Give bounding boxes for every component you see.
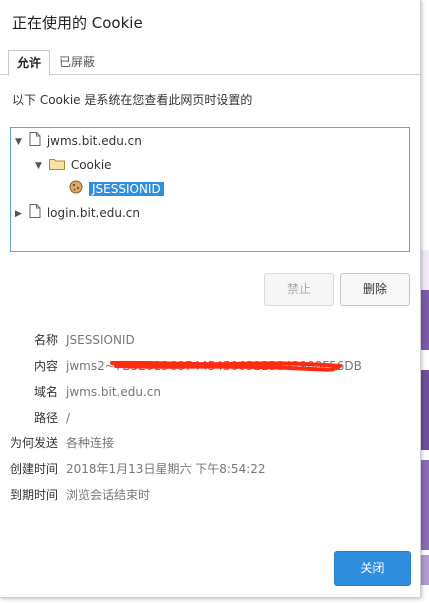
document-icon (29, 203, 41, 224)
tree-node-cookie-folder[interactable]: ▼ Cookie (35, 155, 112, 175)
detail-value: jwms.bit.edu.cn (66, 385, 161, 399)
detail-value: 2018年1月13日星期六 下午8:54:22 (66, 462, 266, 476)
document-icon (29, 131, 41, 152)
expanded-triangle-icon[interactable]: ▼ (35, 156, 45, 176)
redaction-scribble (110, 360, 342, 372)
block-button[interactable]: 禁止 (264, 273, 334, 306)
detail-value: JSESSIONID (66, 333, 135, 347)
tree-label-jsessionid: JSESSIONID (89, 182, 164, 196)
cookie-icon (69, 180, 83, 200)
tree-node-site-login[interactable]: ▶ login.bit.edu.cn (15, 203, 140, 223)
folder-icon (48, 156, 65, 176)
tab-divider (0, 74, 420, 75)
cookie-tree[interactable]: ▼ jwms.bit.edu.cn ▼ Cookie JSESSIONID ▶ … (10, 127, 410, 252)
tree-label-site-jwms: jwms.bit.edu.cn (46, 134, 142, 148)
dialog-title: 正在使用的 Cookie (12, 14, 143, 32)
tree-node-jsessionid[interactable]: JSESSIONID (69, 179, 164, 199)
expanded-triangle-icon[interactable]: ▼ (15, 132, 25, 152)
tree-label-cookie-folder: Cookie (70, 158, 112, 172)
tab-blocked[interactable]: 已屏蔽 (54, 50, 100, 74)
tab-bar: 允许 已屏蔽 (0, 50, 420, 76)
detail-value: 各种连接 (66, 436, 115, 450)
tree-node-site-jwms[interactable]: ▼ jwms.bit.edu.cn (15, 131, 142, 151)
tree-label-site-login: login.bit.edu.cn (46, 206, 140, 220)
detail-label: 创建时间 (9, 462, 58, 476)
cookie-dialog: 正在使用的 Cookie 允许 已屏蔽 以下 Cookie 是系统在您查看此网页… (0, 0, 421, 598)
dialog-description: 以下 Cookie 是系统在您查看此网页时设置的 (12, 93, 253, 107)
detail-value: / (66, 411, 71, 425)
collapsed-triangle-icon[interactable]: ▶ (15, 204, 25, 224)
detail-label: 域名 (33, 385, 58, 399)
detail-value: 浏览会话结束时 (66, 488, 151, 502)
detail-label: 到期时间 (9, 488, 58, 502)
delete-button[interactable]: 删除 (340, 273, 410, 306)
detail-label: 名称 (33, 333, 58, 347)
tab-allowed[interactable]: 允许 (8, 50, 50, 76)
detail-label: 内容 (33, 359, 58, 373)
close-button[interactable]: 关闭 (334, 551, 411, 586)
detail-label: 路径 (33, 411, 58, 425)
detail-label: 为何发送 (9, 436, 58, 450)
